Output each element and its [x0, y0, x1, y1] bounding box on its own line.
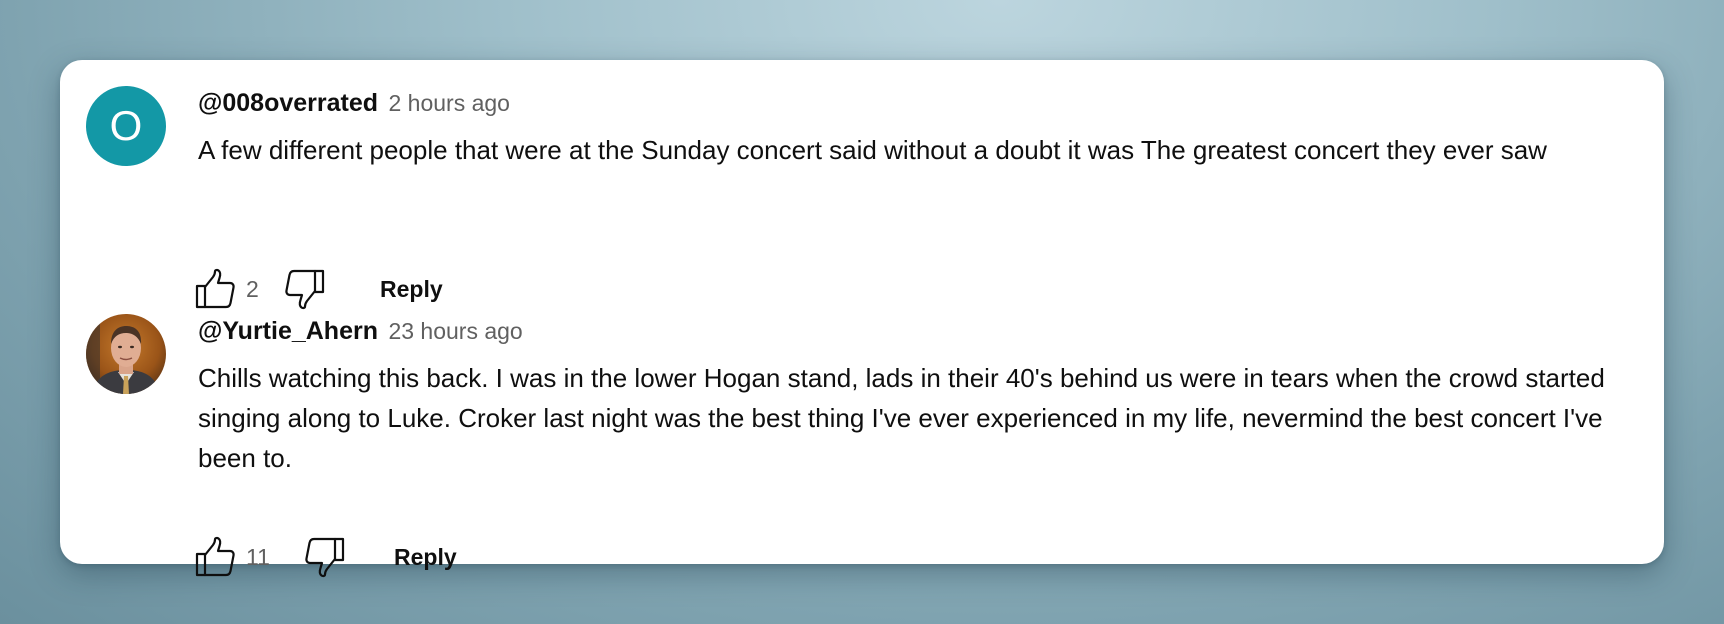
avatar[interactable] — [86, 314, 166, 394]
like-count: 2 — [246, 276, 259, 302]
comment-text: Chills watching this back. I was in the … — [198, 363, 1605, 473]
like-count: 11 — [246, 544, 270, 570]
comment-timestamp[interactable]: 23 hours ago — [388, 318, 522, 344]
comment-header: @Yurtie_Ahern 23 hours ago — [198, 314, 523, 348]
thumbs-up-icon[interactable] — [194, 534, 238, 580]
author-name[interactable]: @Yurtie_Ahern — [198, 317, 378, 345]
comment-header: @008overrated 2 hours ago — [198, 86, 510, 120]
reply-button[interactable]: Reply — [380, 266, 443, 312]
thumbs-down-icon[interactable] — [282, 266, 326, 312]
thumbs-up-icon[interactable] — [194, 266, 238, 312]
reply-button[interactable]: Reply — [394, 534, 457, 580]
comment-timestamp[interactable]: 2 hours ago — [388, 90, 509, 116]
thumbs-down-icon[interactable] — [302, 534, 346, 580]
profile-photo-icon — [86, 314, 166, 394]
comments-card: O @008overrated 2 hours ago A few differ… — [60, 60, 1664, 578]
comment-text: A few different people that were at the … — [198, 135, 1547, 165]
author-name[interactable]: @008overrated — [198, 89, 378, 117]
avatar[interactable]: O — [86, 86, 166, 166]
